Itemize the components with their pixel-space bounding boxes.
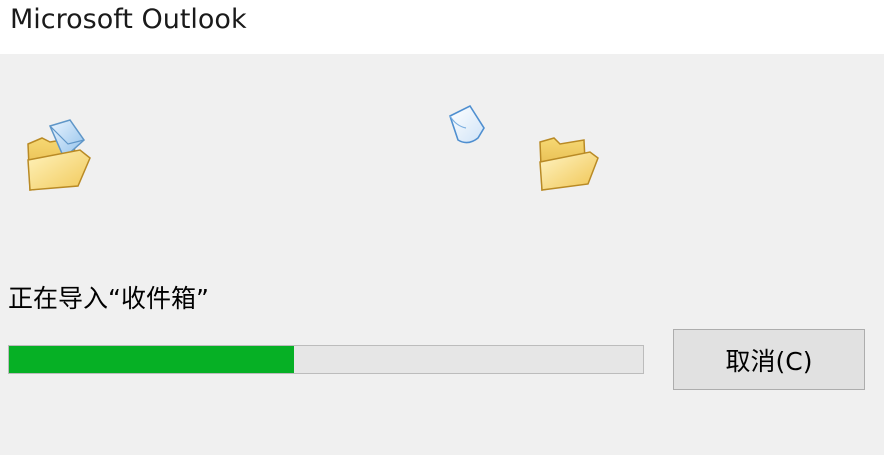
cancel-button[interactable]: 取消(C) [673,329,865,390]
open-folder-with-mail-icon [27,119,91,191]
dialog-body [0,54,884,455]
open-folder-icon [539,137,599,191]
import-status-label: 正在导入“收件箱” [8,284,209,313]
flying-document-icon [449,104,485,144]
window-title: Microsoft Outlook [10,4,247,35]
import-progress-dialog: Microsoft Outlook 正在导入“收件箱” 取消(C) [0,0,884,455]
title-bar: Microsoft Outlook [0,0,884,54]
progress-bar-fill [9,346,295,373]
import-progress-bar [8,345,644,374]
